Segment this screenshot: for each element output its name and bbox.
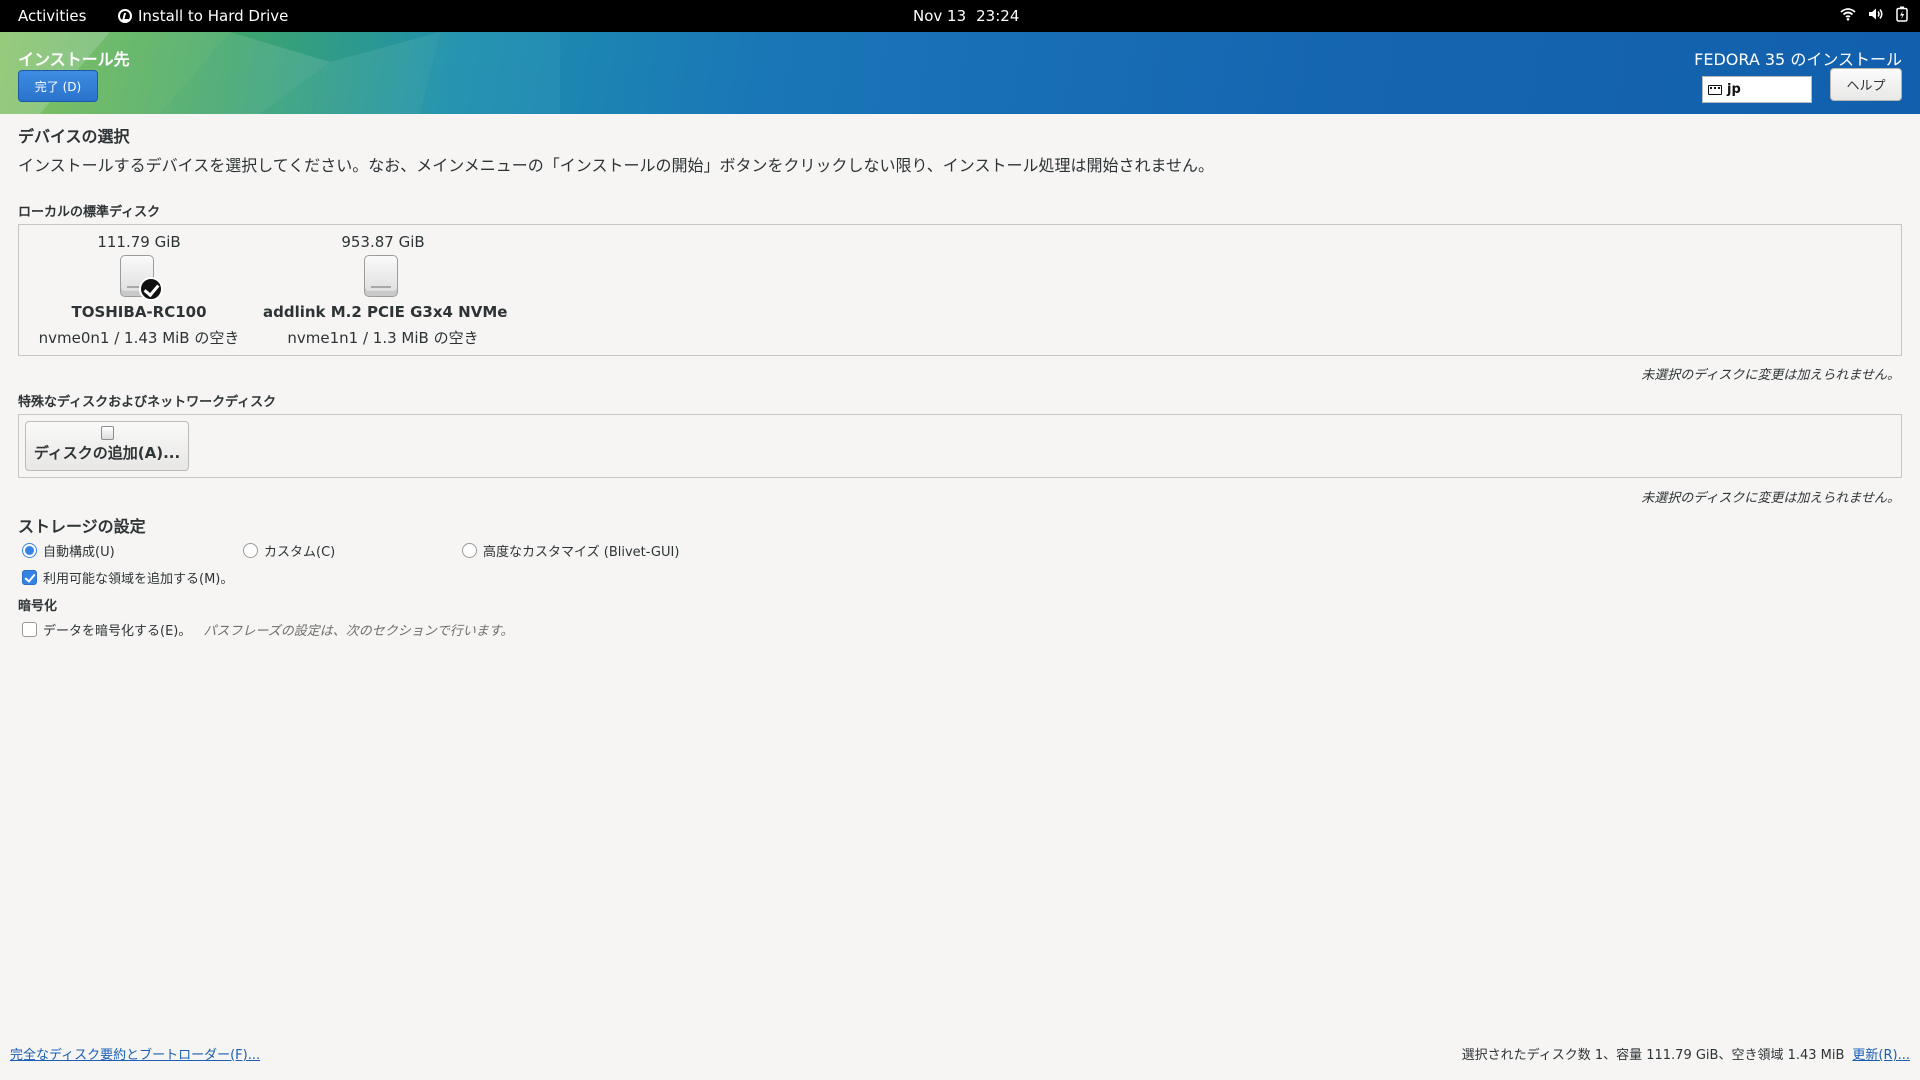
keyboard-layout-indicator[interactable]: jp — [1702, 76, 1812, 103]
storage-config-title: ストレージの設定 — [18, 517, 146, 536]
activities-button[interactable]: Activities — [18, 7, 86, 25]
disk-name: addlink M.2 PCIE G3x4 NVMe — [263, 303, 508, 321]
hard-disk-icon — [100, 426, 114, 440]
selected-check-icon — [139, 277, 163, 301]
spoke-header: インストール先 完了 (D) FEDORA 35 のインストール jp ヘルプ — [0, 32, 1920, 114]
radio-blivet-gui-label: 高度なカスタマイズ (Blivet-GUI) — [483, 545, 680, 560]
radio-automatic-label: 自動構成(U) — [43, 545, 115, 560]
app-menu-label: Install to Hard Drive — [138, 7, 289, 25]
local-disks-panel: 111.79 GiB TOSHIBA-RC100 nvme0n1 / 1.43 … — [18, 224, 1902, 356]
selection-summary-text: 選択されたディスク数 1、容量 111.79 GiB、空き領域 1.43 MiB — [1461, 1048, 1845, 1063]
distro-title: FEDORA 35 のインストール — [1694, 50, 1902, 69]
keyboard-layout-label: jp — [1727, 82, 1741, 97]
encrypt-data-checkbox-label: データを暗号化する(E)。 — [43, 624, 192, 639]
spoke-title: インストール先 — [18, 50, 130, 69]
free-space-checkbox[interactable]: 利用可能な領域を追加する(M)。 — [22, 568, 233, 587]
radio-custom-indicator[interactable] — [243, 543, 258, 558]
encryption-title: 暗号化 — [18, 599, 58, 614]
disk-selector-toshiba[interactable]: 111.79 GiB TOSHIBA-RC100 nvme0n1 / 1.43 … — [19, 225, 259, 355]
full-disk-summary-link[interactable]: 完全なディスク要約とブートローダー(F)... — [10, 1044, 260, 1063]
special-disks-note: 未選択のディスクに変更は加えられません。 — [1641, 491, 1900, 506]
encryption-hint: パスフレーズの設定は、次のセクションで行います。 — [203, 624, 514, 639]
clock-date: Nov 13 — [913, 7, 967, 25]
app-menu[interactable]: Install to Hard Drive — [118, 7, 288, 25]
hard-disk-icon — [364, 255, 398, 297]
disk-info: nvme1n1 / 1.3 MiB の空き — [287, 329, 479, 347]
storage-config-options: 自動構成(U) カスタム(C) 高度なカスタマイズ (Blivet-GUI) — [0, 541, 1920, 560]
disk-size: 111.79 GiB — [97, 233, 181, 251]
disk-icon-wrap — [120, 255, 163, 301]
radio-automatic[interactable]: 自動構成(U) — [22, 541, 115, 560]
radio-blivet-gui-indicator[interactable] — [462, 543, 477, 558]
refresh-link[interactable]: 更新(R)... — [1852, 1048, 1910, 1063]
radio-custom[interactable]: カスタム(C) — [243, 541, 335, 560]
system-tray[interactable] — [1840, 6, 1908, 22]
disk-info: nvme0n1 / 1.43 MiB の空き — [38, 329, 240, 347]
selection-summary: 選択されたディスク数 1、容量 111.79 GiB、空き領域 1.43 MiB… — [1462, 1044, 1910, 1063]
battery-icon — [1896, 6, 1908, 22]
free-space-checkbox-indicator[interactable] — [22, 570, 37, 585]
add-disk-button-label: ディスクの追加(A)... — [33, 444, 181, 462]
free-space-checkbox-label: 利用可能な領域を追加する(M)。 — [43, 572, 234, 587]
installer-app-icon — [118, 9, 132, 23]
gnome-top-bar: Activities Install to Hard Drive Nov 13 2… — [0, 0, 1920, 32]
add-disk-button[interactable]: ディスクの追加(A)... — [25, 421, 189, 471]
local-disks-label: ローカルの標準ディスク — [18, 205, 161, 220]
device-selection-description: インストールするデバイスを選択してください。なお、メインメニューの「インストール… — [18, 156, 1215, 175]
clock-time: 23:24 — [976, 7, 1020, 25]
encrypt-data-checkbox[interactable]: データを暗号化する(E)。 パスフレーズの設定は、次のセクションで行います。 — [22, 620, 513, 639]
done-button[interactable]: 完了 (D) — [18, 70, 98, 102]
local-disks-note: 未選択のディスクに変更は加えられません。 — [1641, 368, 1900, 383]
disk-name: TOSHIBA-RC100 — [71, 303, 207, 321]
encrypt-data-checkbox-indicator[interactable] — [22, 622, 37, 637]
special-disks-label: 特殊なディスクおよびネットワークディスク — [18, 395, 277, 410]
volume-icon — [1869, 8, 1883, 20]
device-selection-title: デバイスの選択 — [18, 127, 130, 146]
disk-selector-addlink[interactable]: 953.87 GiB addlink M.2 PCIE G3x4 NVMe nv… — [263, 225, 508, 355]
special-disks-panel: ディスクの追加(A)... — [18, 414, 1902, 478]
clock-button[interactable]: Nov 13 23:24 — [913, 7, 1019, 25]
wifi-icon — [1840, 8, 1856, 21]
disk-icon-wrap — [364, 255, 402, 299]
disk-size: 953.87 GiB — [341, 233, 425, 251]
keyboard-icon — [1708, 84, 1722, 95]
help-button[interactable]: ヘルプ — [1830, 68, 1902, 101]
radio-blivet-gui[interactable]: 高度なカスタマイズ (Blivet-GUI) — [462, 541, 679, 560]
radio-automatic-indicator[interactable] — [22, 543, 37, 558]
radio-custom-label: カスタム(C) — [264, 545, 336, 560]
